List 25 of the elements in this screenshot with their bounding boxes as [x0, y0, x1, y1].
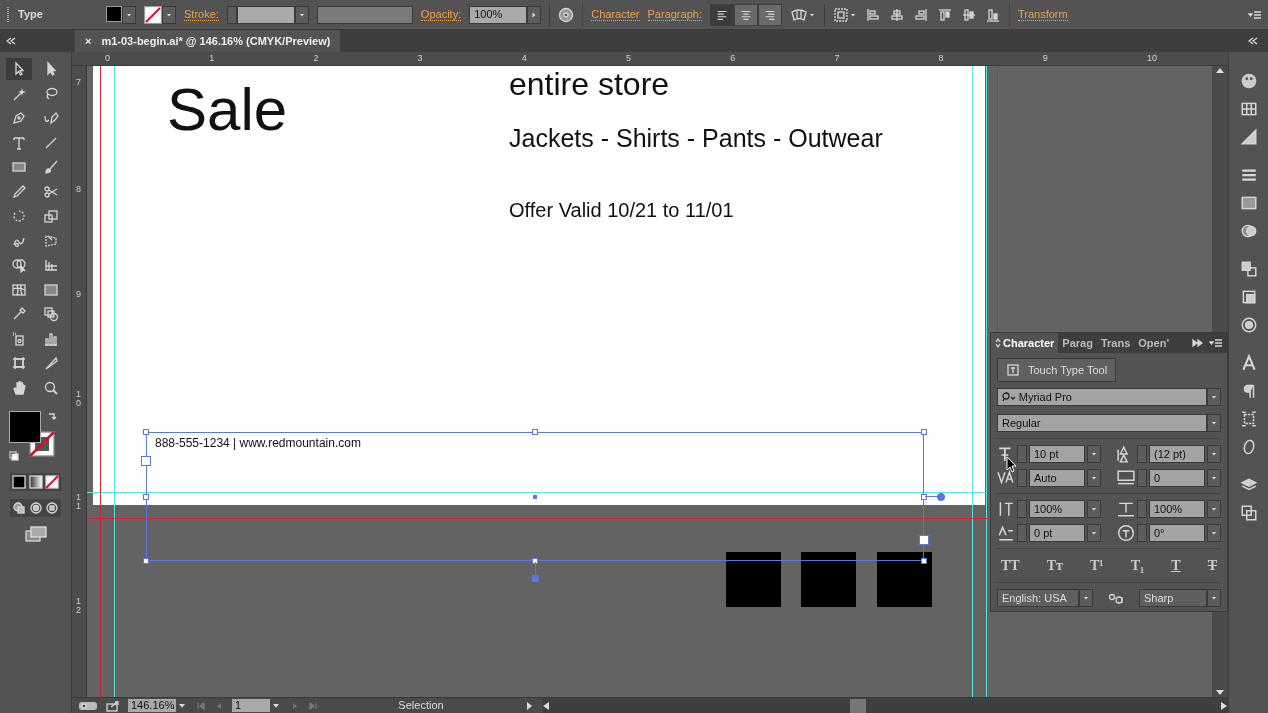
sale-heading: Sale [167, 80, 288, 140]
contact-text: 888-555-1234 | www.redmountain.com [155, 437, 361, 449]
ruler-number: 7 [834, 53, 840, 63]
ruler-number: 10 [76, 390, 81, 408]
document-title: m1-03-begin.ai* @ 146.16% (CMYK/Preview) [101, 33, 331, 49]
ruler-number: 8 [938, 53, 944, 63]
current-tool-text: Selection [397, 698, 445, 713]
tool-name: Type [18, 7, 44, 23]
headline-text: Jackets - Shirts - Pants - Outwear [509, 126, 883, 151]
ruler-number: 3 [417, 53, 423, 63]
ruler-number: 5 [626, 53, 631, 63]
headline-text: Offer Valid 10/21 to 11/01 [509, 200, 734, 220]
ruler-number: 11 [76, 493, 81, 511]
ruler-number: 0 [105, 53, 110, 63]
ruler-number: 6 [730, 53, 736, 63]
ruler-number: 2 [313, 53, 319, 63]
headline-text: entire store [509, 68, 670, 100]
ruler-number: 4 [521, 53, 527, 63]
ruler-number: 1 [209, 53, 215, 63]
ruler-number: 9 [1042, 53, 1048, 63]
ruler-number: 8 [76, 185, 81, 194]
ruler-number: 12 [76, 597, 81, 615]
ruler-number: 10 [1147, 53, 1157, 63]
ruler-number: 7 [76, 78, 81, 87]
ruler-number: 9 [76, 290, 81, 299]
